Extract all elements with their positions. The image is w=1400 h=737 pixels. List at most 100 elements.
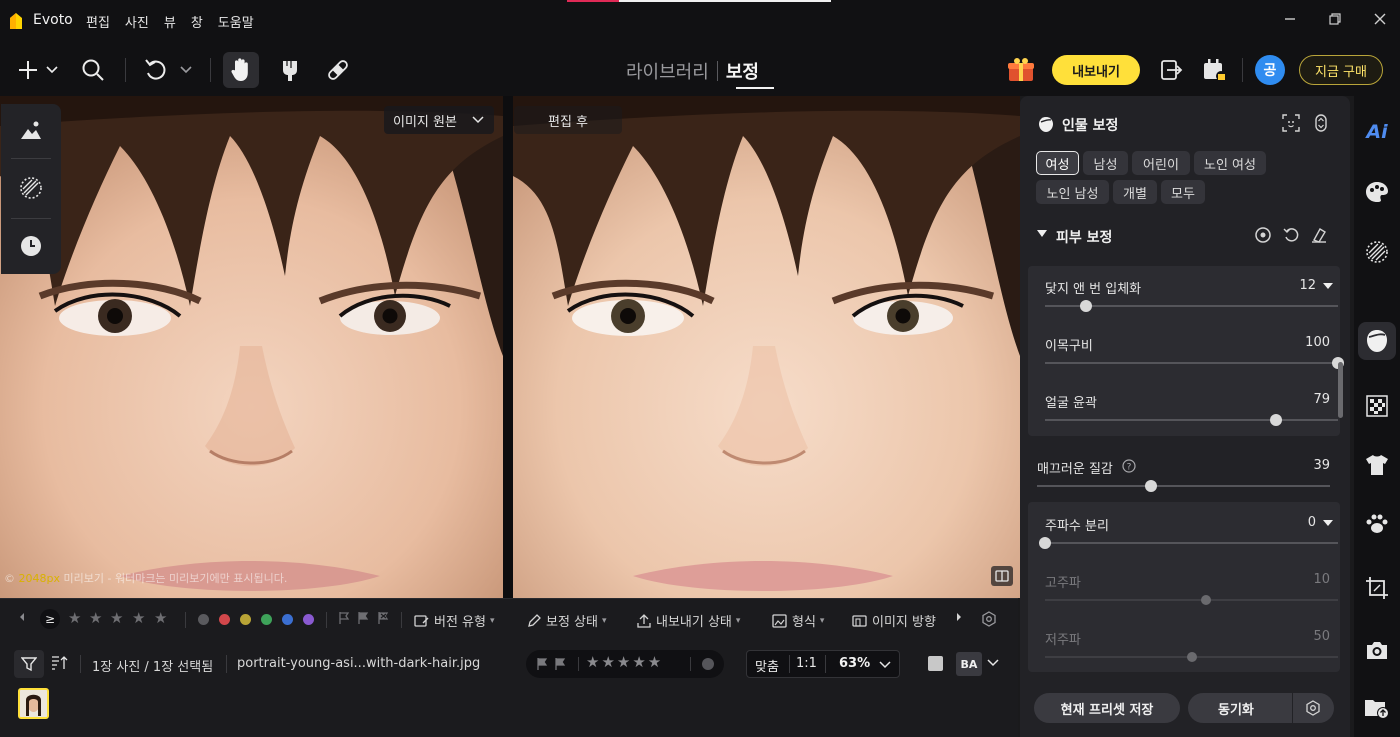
chevron-down-icon[interactable] bbox=[879, 660, 891, 670]
brush-tool-icon[interactable] bbox=[276, 56, 304, 84]
menu-photo[interactable]: 사진 bbox=[125, 12, 149, 31]
flag-icon[interactable] bbox=[338, 611, 350, 625]
menu-edit[interactable]: 편집 bbox=[86, 12, 110, 31]
slider-knob[interactable] bbox=[1270, 414, 1283, 426]
color-label-icon[interactable] bbox=[702, 658, 714, 670]
version-type-filter[interactable]: 버전 유형 ▾ bbox=[414, 611, 495, 630]
tab-retouch[interactable]: 보정 bbox=[726, 58, 759, 84]
menu-help[interactable]: 도움말 bbox=[218, 12, 254, 31]
history-icon[interactable] bbox=[17, 232, 45, 260]
chevron-down-icon[interactable] bbox=[176, 56, 196, 84]
one-to-one-button[interactable]: 1:1 bbox=[796, 656, 817, 671]
color-label-green[interactable] bbox=[261, 614, 272, 625]
rating-star[interactable]: ★ bbox=[132, 609, 145, 627]
bandage-icon[interactable] bbox=[324, 56, 352, 84]
slider-track[interactable] bbox=[1045, 414, 1338, 426]
export-button[interactable]: 내보내기 bbox=[1052, 55, 1140, 85]
slider-value-smooth-texture[interactable]: 39 bbox=[1313, 458, 1330, 473]
preset-child[interactable]: 어린이 bbox=[1132, 151, 1190, 175]
save-preset-button[interactable]: 현재 프리셋 저장 bbox=[1034, 693, 1180, 723]
collapse-triangle-icon[interactable] bbox=[1036, 229, 1048, 239]
texture-icon[interactable] bbox=[1363, 238, 1391, 266]
palette-icon[interactable] bbox=[1363, 178, 1391, 206]
fit-zoom-button[interactable]: 맞춤 bbox=[755, 656, 779, 675]
color-label-purple[interactable] bbox=[303, 614, 314, 625]
expand-collapse-icon[interactable] bbox=[1314, 113, 1328, 133]
clothing-icon[interactable] bbox=[1363, 451, 1391, 479]
crop-icon[interactable] bbox=[1363, 574, 1391, 602]
slider-knob[interactable] bbox=[1145, 480, 1158, 492]
eraser-icon[interactable] bbox=[1311, 227, 1327, 243]
flag-icon[interactable] bbox=[536, 657, 548, 671]
single-view-icon[interactable] bbox=[928, 656, 943, 671]
dropdown-triangle-icon[interactable] bbox=[1322, 282, 1334, 291]
user-avatar[interactable]: 공 bbox=[1255, 55, 1285, 85]
hand-icon[interactable] bbox=[227, 56, 255, 84]
batch-export-icon[interactable] bbox=[1157, 56, 1185, 84]
slider-value-face-contour[interactable]: 79 bbox=[1313, 392, 1330, 407]
image-canvas[interactable] bbox=[0, 96, 1020, 598]
rating-star[interactable]: ★ bbox=[110, 609, 123, 627]
rating-star[interactable]: ★ bbox=[89, 609, 102, 627]
menu-window[interactable]: 창 bbox=[191, 12, 203, 31]
slider-value-features[interactable]: 100 bbox=[1305, 335, 1330, 350]
scroll-left-icon[interactable] bbox=[18, 611, 26, 623]
reset-icon[interactable] bbox=[1283, 227, 1299, 243]
rating-star[interactable]: ★ bbox=[154, 609, 167, 627]
settings-icon[interactable] bbox=[981, 611, 997, 627]
menu-view[interactable]: 뷰 bbox=[164, 12, 176, 31]
compare-divider[interactable] bbox=[503, 96, 513, 598]
folder-upload-icon[interactable] bbox=[1363, 694, 1391, 722]
search-icon[interactable] bbox=[79, 56, 107, 84]
split-view-icon[interactable] bbox=[991, 566, 1013, 586]
slider-track[interactable] bbox=[1037, 480, 1330, 492]
minimize-icon[interactable] bbox=[1281, 12, 1299, 30]
restore-icon[interactable] bbox=[1326, 12, 1344, 30]
color-label-blue[interactable] bbox=[282, 614, 293, 625]
face-detect-icon[interactable] bbox=[1282, 114, 1300, 132]
slider-knob[interactable] bbox=[1039, 537, 1051, 549]
slider-value-frequency-separation[interactable]: 0 bbox=[1308, 515, 1316, 530]
ai-icon[interactable]: Ai bbox=[1363, 118, 1391, 146]
filter-icon[interactable] bbox=[14, 650, 44, 678]
original-image-select[interactable]: 이미지 원본 bbox=[384, 106, 494, 134]
dropdown-triangle-icon[interactable] bbox=[1322, 519, 1334, 528]
tab-library[interactable]: 라이브러리 bbox=[626, 58, 709, 84]
flag-rejected-icon[interactable] bbox=[554, 657, 566, 671]
chevron-down-icon[interactable] bbox=[42, 56, 62, 84]
export-status-filter[interactable]: 내보내기 상태 ▾ bbox=[636, 611, 740, 630]
preset-senior-male[interactable]: 노인 남성 bbox=[1036, 180, 1109, 204]
calendar-gift-icon[interactable] bbox=[1200, 56, 1228, 84]
buy-now-button[interactable]: 지금 구매 bbox=[1299, 55, 1383, 85]
slider-track[interactable] bbox=[1045, 357, 1344, 369]
preset-individual[interactable]: 개별 bbox=[1113, 180, 1157, 204]
slider-knob[interactable] bbox=[1080, 300, 1093, 312]
gift-box-icon[interactable] bbox=[1005, 55, 1037, 85]
slider-track[interactable] bbox=[1039, 537, 1338, 549]
color-label-yellow[interactable] bbox=[240, 614, 251, 625]
slider-track[interactable] bbox=[1045, 300, 1338, 312]
chevron-down-icon[interactable] bbox=[987, 658, 999, 668]
before-after-toggle[interactable]: BA bbox=[956, 652, 982, 676]
rating-compare-operator[interactable]: ≥ bbox=[40, 609, 60, 629]
undo-icon[interactable] bbox=[142, 56, 170, 84]
checker-background-icon[interactable] bbox=[1363, 392, 1391, 420]
preset-all[interactable]: 모두 bbox=[1161, 180, 1205, 204]
sort-icon[interactable] bbox=[50, 655, 68, 675]
paw-icon[interactable] bbox=[1363, 510, 1391, 538]
format-filter[interactable]: 형식 ▾ bbox=[772, 611, 824, 630]
close-icon[interactable] bbox=[1371, 12, 1389, 30]
texture-icon[interactable] bbox=[17, 174, 45, 202]
rating-star[interactable]: ★ bbox=[68, 609, 81, 627]
info-icon[interactable]: ? bbox=[1122, 459, 1136, 473]
visibility-eye-icon[interactable] bbox=[1254, 227, 1272, 243]
preset-senior-female[interactable]: 노인 여성 bbox=[1194, 151, 1266, 175]
preset-female[interactable]: 여성 bbox=[1036, 151, 1079, 175]
flag-rejected-icon[interactable] bbox=[377, 611, 389, 625]
panel-scrollbar[interactable] bbox=[1338, 362, 1343, 418]
slider-value-dodge-burn[interactable]: 12 bbox=[1299, 278, 1316, 293]
zoom-level[interactable]: 63% bbox=[839, 656, 870, 671]
photo-thumbnail[interactable] bbox=[18, 688, 49, 719]
section-skin-retouch[interactable]: 피부 보정 bbox=[1056, 227, 1112, 247]
sync-settings-icon[interactable] bbox=[1305, 700, 1321, 716]
